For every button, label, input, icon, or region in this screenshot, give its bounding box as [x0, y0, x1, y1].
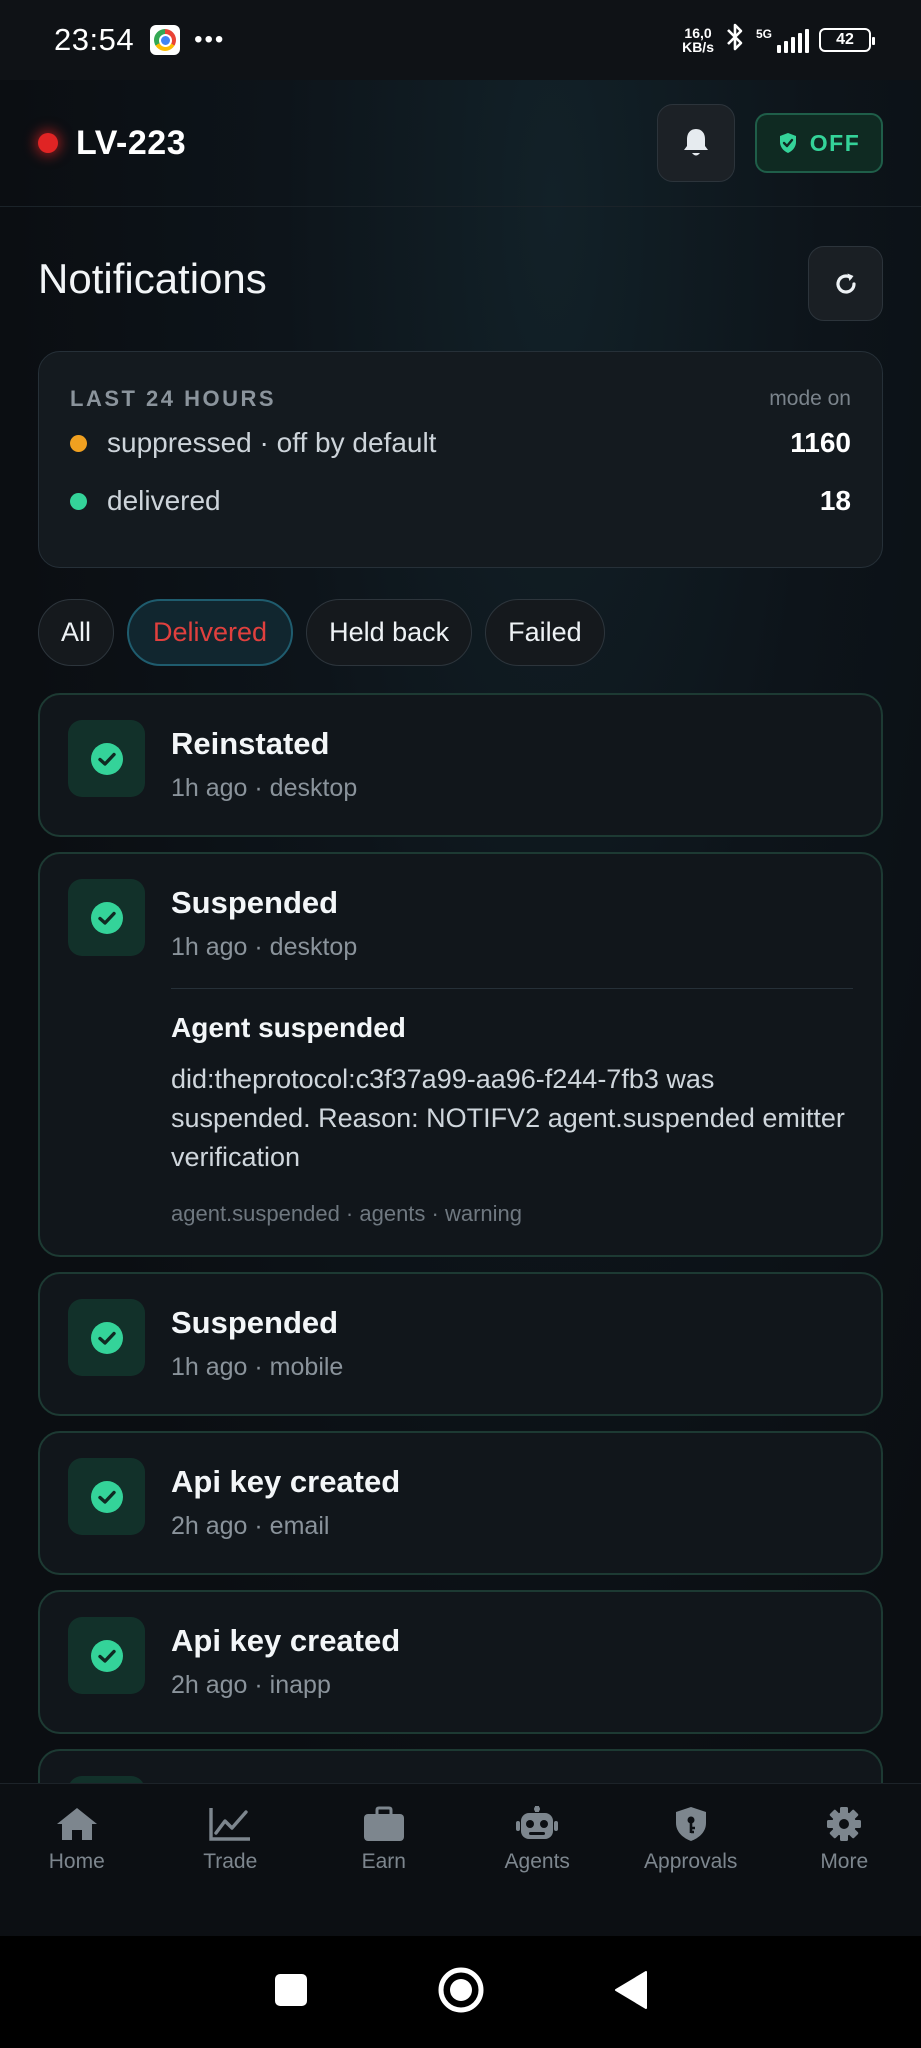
robot-icon	[516, 1806, 559, 1839]
notification-title: Api key created	[171, 1464, 401, 1499]
shield-icon	[675, 1807, 706, 1841]
notification-card-expanded[interactable]: Suspended 1h ago · desktop Agent suspend…	[38, 852, 883, 1257]
refresh-button[interactable]	[808, 246, 883, 321]
summary-card: LAST 24 HOURS mode on suppressed · off b…	[38, 351, 883, 568]
nav-item-agents[interactable]: Agents	[461, 1784, 615, 1936]
page-title: Notifications	[38, 255, 267, 302]
detail-divider	[171, 988, 853, 989]
filter-chip-held-back[interactable]: Held back	[306, 599, 473, 666]
system-navigation-bar	[0, 1936, 921, 2048]
triangle-back-icon	[614, 1970, 647, 2009]
filter-chip-all[interactable]: All	[38, 599, 115, 666]
summary-row-suppressed: suppressed · off by default 1160	[70, 414, 851, 472]
status-time: 23:54	[54, 22, 135, 57]
check-circle-icon	[68, 1299, 145, 1376]
app-header: LV-223 OFF	[0, 80, 921, 207]
delivered-dot	[70, 492, 87, 510]
notification-title: Suspended	[171, 1305, 339, 1340]
nav-label: More	[820, 1850, 869, 1873]
check-circle-icon	[68, 879, 145, 956]
notification-meta: 2h ago · email	[171, 1512, 330, 1540]
filter-chip-delivered[interactable]: Delivered	[127, 599, 294, 666]
summary-row-count: 18	[819, 485, 851, 516]
chart-line-icon	[209, 1808, 251, 1841]
chrome-icon	[150, 25, 181, 55]
network-type: 5G	[755, 27, 772, 41]
nav-item-approvals[interactable]: Approvals	[614, 1784, 768, 1936]
check-circle-icon	[68, 1458, 145, 1535]
notifications-button[interactable]	[657, 104, 735, 182]
square-icon	[274, 1973, 307, 2006]
nav-item-more[interactable]: More	[768, 1784, 921, 1936]
home-system-button[interactable]	[438, 1967, 484, 2018]
circle-icon	[438, 1967, 483, 2012]
notification-title: Api key created	[171, 1623, 401, 1658]
nav-label: Earn	[361, 1850, 406, 1873]
nav-item-earn[interactable]: Earn	[307, 1784, 461, 1936]
signal-icon: 5G	[756, 27, 809, 53]
notification-card[interactable]: Api key created 2h ago · email	[38, 1431, 883, 1575]
nav-item-trade[interactable]: Trade	[154, 1784, 308, 1936]
status-bar: 23:54 ••• 16,0 KB/s 5G 42	[0, 0, 921, 80]
protection-status-label: OFF	[809, 129, 861, 156]
network-speed-unit: KB/s	[682, 39, 714, 55]
check-circle-icon	[68, 720, 145, 797]
notification-meta: 1h ago · desktop	[171, 774, 358, 802]
notification-card[interactable]: Api key created 2h ago · inapp	[38, 1590, 883, 1734]
protection-toggle-button[interactable]: OFF	[755, 113, 883, 173]
summary-row-delivered: delivered 18	[70, 472, 851, 530]
filter-chips: All Delivered Held back Failed	[38, 599, 605, 666]
notification-meta: 1h ago · mobile	[171, 1353, 344, 1381]
briefcase-icon	[363, 1806, 404, 1841]
home-icon	[56, 1808, 97, 1840]
nav-label: Home	[48, 1850, 105, 1873]
notification-detail: Agent suspended did:theprotocol:c3f37a99…	[171, 1012, 845, 1227]
gear-icon	[827, 1807, 862, 1841]
suppressed-dot	[70, 434, 87, 452]
nav-label: Trade	[203, 1850, 258, 1873]
app-root: 23:54 ••• 16,0 KB/s 5G 42 LV-223 OFF Not…	[0, 0, 921, 2048]
recents-button[interactable]	[274, 1973, 308, 2012]
nav-label: Approvals	[644, 1850, 738, 1873]
summary-mode: mode on	[769, 387, 851, 410]
back-button[interactable]	[614, 1970, 648, 2015]
detail-body: did:theprotocol:c3f37a99-aa96-f244-7fb3 …	[171, 1064, 845, 1172]
network-speed-value: 16,0	[684, 25, 712, 41]
notification-meta: 2h ago · inapp	[171, 1671, 331, 1699]
app-title: LV-223	[76, 123, 187, 162]
summary-row-label: suppressed · off by default	[107, 427, 437, 458]
nav-label: Agents	[504, 1850, 570, 1873]
notification-card[interactable]: Suspended 1h ago · mobile	[38, 1272, 883, 1416]
live-status-dot	[38, 133, 58, 153]
bluetooth-icon	[724, 22, 746, 59]
detail-tags: agent.suspended · agents · warning	[171, 1201, 523, 1226]
notification-card[interactable]: Reinstated 1h ago · desktop	[38, 693, 883, 837]
refresh-icon	[835, 273, 856, 294]
bell-icon	[684, 129, 708, 156]
more-notifications-indicator: •••	[194, 26, 226, 53]
check-circle-icon	[68, 1617, 145, 1694]
filter-chip-failed[interactable]: Failed	[485, 599, 605, 666]
shield-check-icon	[779, 133, 796, 153]
network-speed: 16,0 KB/s	[682, 26, 714, 54]
summary-row-count: 1160	[790, 427, 851, 458]
notification-title: Reinstated	[171, 726, 330, 761]
notification-meta: 1h ago · desktop	[171, 933, 358, 961]
summary-row-label: delivered	[107, 485, 221, 516]
bottom-navigation: Home Trade Earn Agents Approvals More	[0, 1783, 921, 1936]
nav-item-home[interactable]: Home	[0, 1784, 154, 1936]
detail-title: Agent suspended	[171, 1012, 406, 1043]
battery-icon: 42	[819, 28, 875, 52]
summary-period: LAST 24 HOURS	[70, 386, 277, 411]
notification-title: Suspended	[171, 885, 339, 920]
notification-list: Reinstated 1h ago · desktop Suspended 1h…	[38, 693, 883, 1824]
